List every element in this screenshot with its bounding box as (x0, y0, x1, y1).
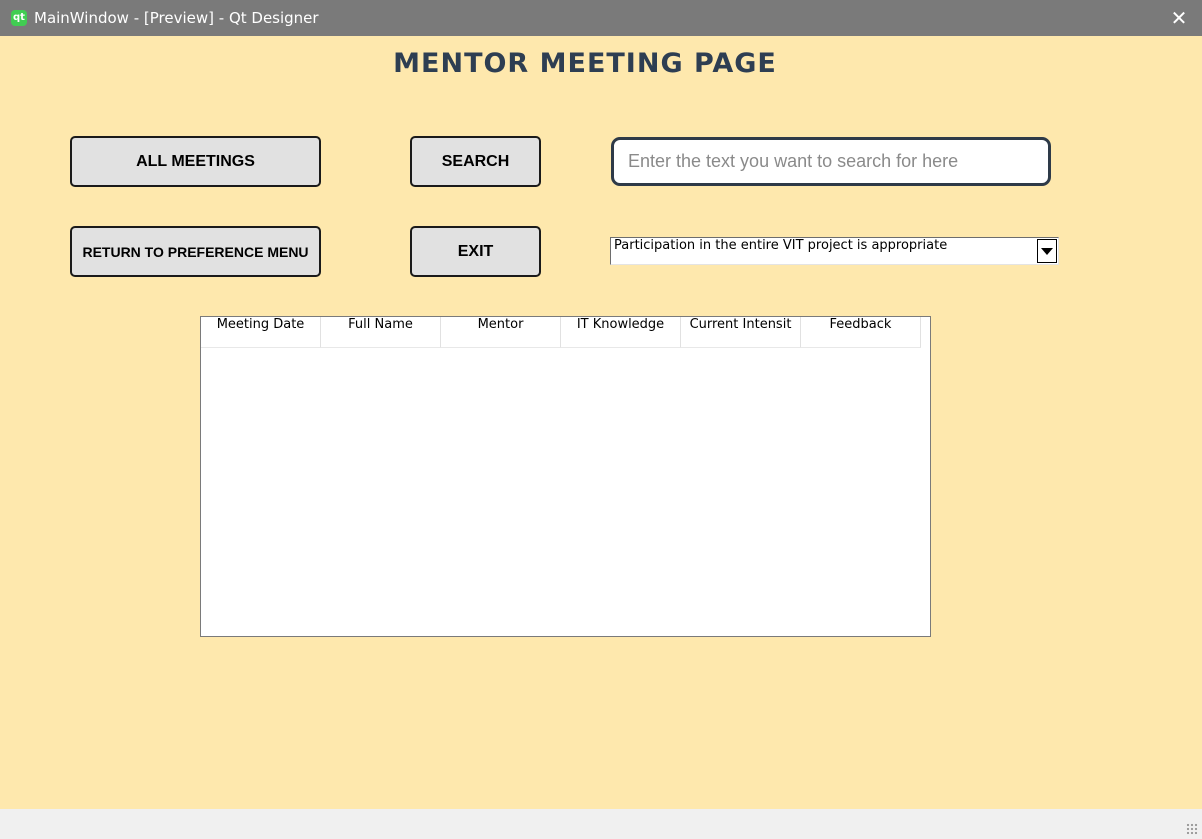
combobox-selected-value: Participation in the entire VIT project … (614, 238, 948, 253)
status-bar (0, 809, 1202, 839)
filter-combobox[interactable]: Participation in the entire VIT project … (610, 237, 1059, 265)
column-header-it-knowledge[interactable]: IT Knowledge (561, 317, 681, 348)
column-header-full-name[interactable]: Full Name (321, 317, 441, 348)
search-button[interactable]: SEARCH (410, 136, 541, 187)
column-header-current-intensity[interactable]: Current Intensit (681, 317, 801, 348)
all-meetings-button[interactable]: ALL MEETINGS (70, 136, 321, 187)
size-grip-icon[interactable] (1186, 823, 1198, 835)
exit-button[interactable]: EXIT (410, 226, 541, 277)
meetings-table[interactable]: Meeting Date Full Name Mentor IT Knowled… (200, 316, 931, 637)
chevron-down-icon[interactable] (1037, 239, 1057, 263)
return-to-preference-menu-button[interactable]: RETURN TO PREFERENCE MENU (70, 226, 321, 277)
column-header-feedback[interactable]: Feedback (801, 317, 921, 348)
title-bar: qt MainWindow - [Preview] - Qt Designer … (0, 0, 1202, 36)
close-icon[interactable]: ✕ (1156, 0, 1202, 36)
table-header: Meeting Date Full Name Mentor IT Knowled… (201, 317, 930, 348)
column-header-mentor[interactable]: Mentor (441, 317, 561, 348)
search-input[interactable] (611, 137, 1051, 186)
page-title: MENTOR MEETING PAGE (393, 48, 777, 79)
qt-designer-icon: qt (11, 10, 27, 26)
window-title: MainWindow - [Preview] - Qt Designer (34, 9, 319, 27)
column-header-meeting-date[interactable]: Meeting Date (201, 317, 321, 348)
